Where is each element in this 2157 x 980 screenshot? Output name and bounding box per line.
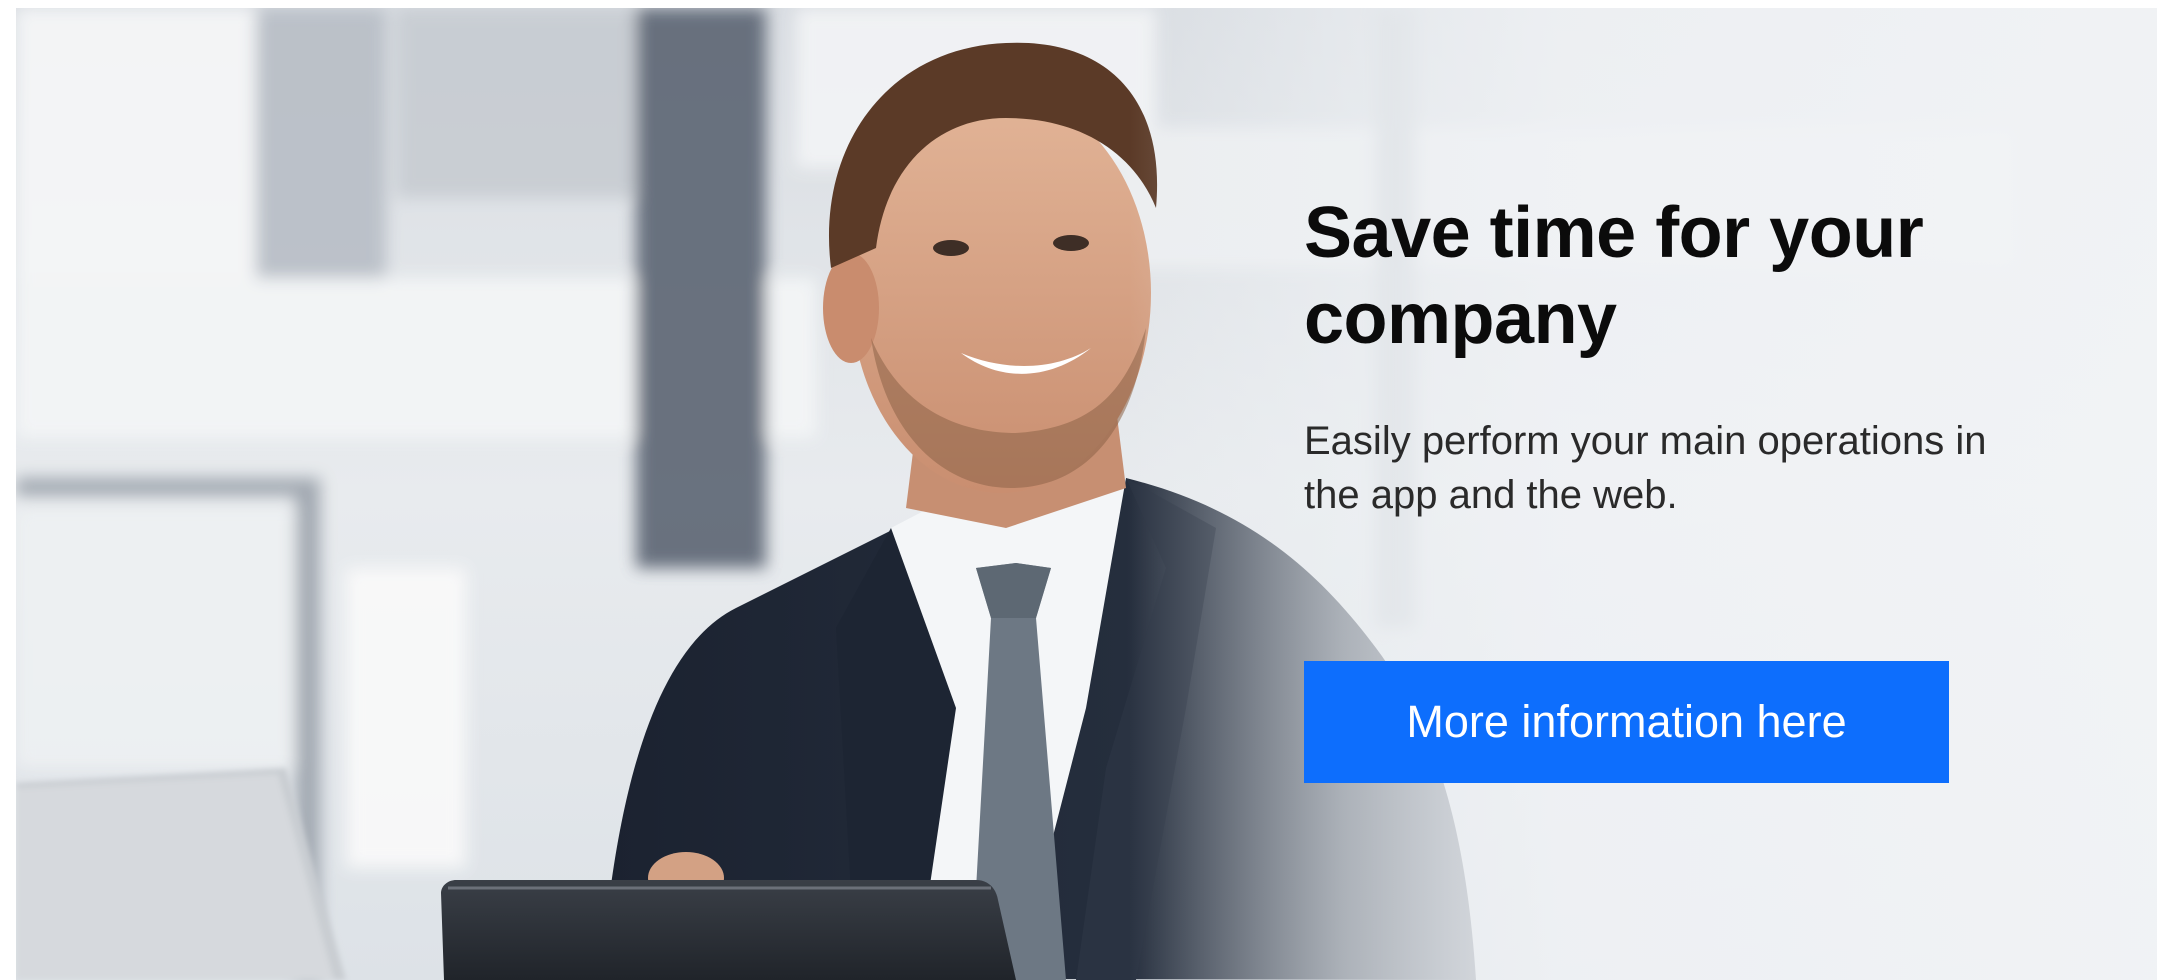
more-information-button[interactable]: More information here	[1304, 661, 1949, 783]
banner-text-block: Save time for your company Easily perfor…	[1304, 190, 2064, 522]
banner-subtext: Easily perform your main operations in t…	[1304, 419, 1987, 517]
banner-headline: Save time for your company	[1304, 193, 1924, 359]
